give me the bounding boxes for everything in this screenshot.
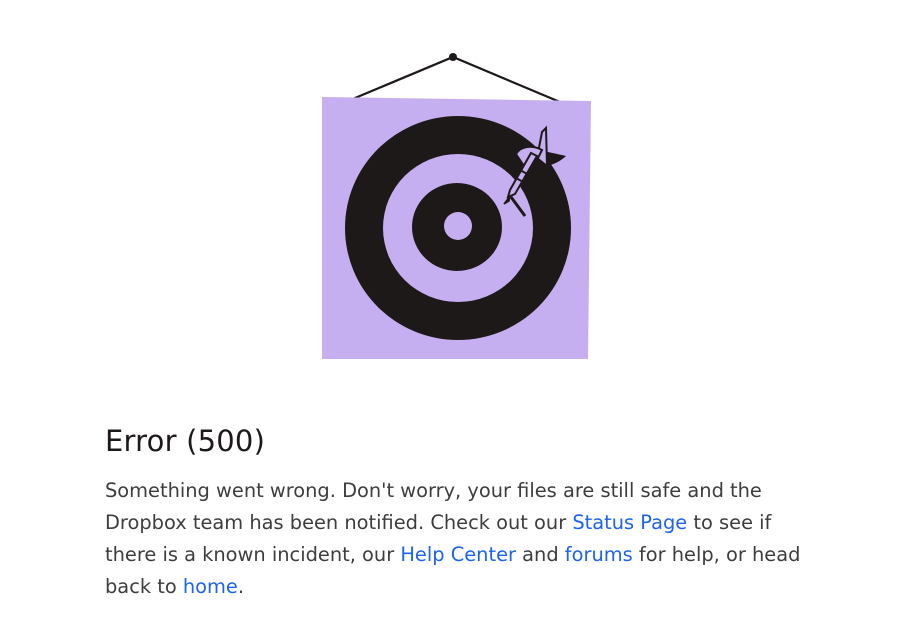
- dartboard-target-icon: [322, 53, 591, 359]
- message-text: .: [237, 575, 245, 598]
- error-content: Error (500) Something went wrong. Don't …: [105, 420, 805, 603]
- error-title: Error (500): [105, 424, 266, 458]
- error-message: Something went wrong. Don't worry, your …: [105, 475, 805, 603]
- hanging-string: [353, 55, 562, 104]
- help-center-link[interactable]: Help Center: [400, 543, 516, 566]
- message-text: and: [515, 543, 565, 566]
- dartboard-illustration: [310, 46, 600, 368]
- status-page-link[interactable]: Status Page: [572, 511, 687, 534]
- home-link[interactable]: home: [183, 575, 238, 598]
- nail-icon: [449, 53, 457, 61]
- target-bullseye: [444, 212, 472, 240]
- forums-link[interactable]: forums: [565, 543, 633, 566]
